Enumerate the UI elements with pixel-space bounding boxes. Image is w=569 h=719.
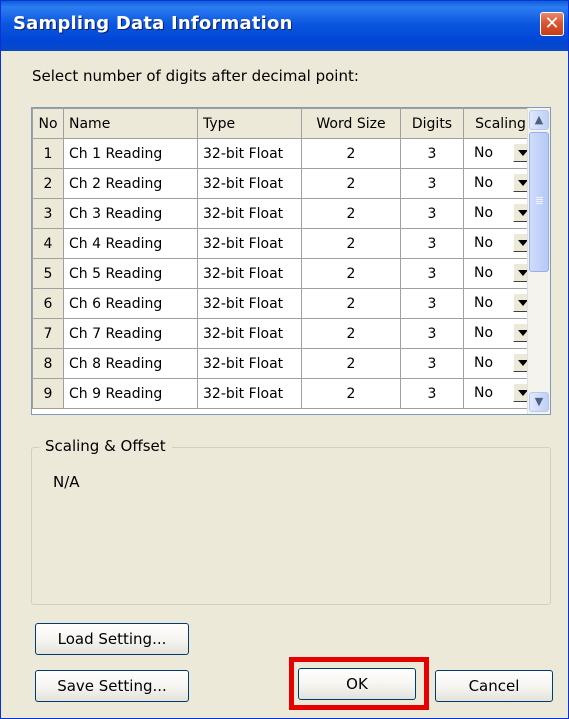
digits-cell[interactable]: 3 — [400, 228, 464, 259]
ok-highlight-box — [289, 657, 429, 710]
data-type-cell: 32-bit Float — [197, 198, 302, 229]
data-type-cell: 32-bit Float — [197, 228, 302, 259]
data-type-cell: 32-bit Float — [197, 168, 302, 199]
channel-name-cell[interactable]: Ch 7 Reading — [63, 318, 198, 349]
row-number: 1 — [32, 138, 64, 169]
chevron-down-icon: ▼ — [534, 395, 544, 408]
channel-name-cell[interactable]: Ch 1 Reading — [63, 138, 198, 169]
channel-name-cell[interactable]: Ch 4 Reading — [63, 228, 198, 259]
word-size-cell: 2 — [301, 348, 401, 379]
scaling-value: No — [474, 175, 494, 191]
scaling-value: No — [474, 385, 494, 401]
table-row[interactable]: 5 Ch 5 Reading 32-bit Float 2 3 No — [32, 258, 538, 289]
channel-name-cell[interactable]: Ch 3 Reading — [63, 198, 198, 229]
table-row[interactable]: 9 Ch 9 Reading 32-bit Float 2 3 No — [32, 378, 538, 409]
scaling-offset-title: Scaling & Offset — [39, 437, 172, 455]
row-number: 6 — [32, 288, 64, 319]
row-number: 5 — [32, 258, 64, 289]
scaling-value: No — [474, 355, 494, 371]
word-size-cell: 2 — [301, 198, 401, 229]
header-word-size: Word Size — [301, 108, 401, 139]
word-size-cell: 2 — [301, 318, 401, 349]
channel-name-cell[interactable]: Ch 2 Reading — [63, 168, 198, 199]
row-number: 9 — [32, 378, 64, 409]
channel-name-cell[interactable]: Ch 5 Reading — [63, 258, 198, 289]
scaling-value: No — [474, 265, 494, 281]
row-number: 3 — [32, 198, 64, 229]
digits-cell[interactable]: 3 — [400, 168, 464, 199]
load-setting-button[interactable]: Load Setting... — [35, 623, 189, 655]
row-number: 4 — [32, 228, 64, 259]
table-row[interactable]: 1 Ch 1 Reading 32-bit Float 2 3 No — [32, 138, 538, 169]
digits-cell[interactable]: 3 — [400, 318, 464, 349]
channel-name-cell[interactable]: Ch 9 Reading — [63, 378, 198, 409]
digits-cell[interactable]: 3 — [400, 348, 464, 379]
row-number: 2 — [32, 168, 64, 199]
digits-cell[interactable]: 3 — [400, 198, 464, 229]
scroll-thumb[interactable] — [529, 132, 549, 272]
data-type-cell: 32-bit Float — [197, 378, 302, 409]
row-number: 7 — [32, 318, 64, 349]
digits-cell[interactable]: 3 — [400, 378, 464, 409]
digits-cell[interactable]: 3 — [400, 288, 464, 319]
channel-name-cell[interactable]: Ch 8 Reading — [63, 348, 198, 379]
word-size-cell: 2 — [301, 378, 401, 409]
header-name: Name — [63, 108, 198, 139]
table-row[interactable]: 3 Ch 3 Reading 32-bit Float 2 3 No — [32, 198, 538, 229]
table-row[interactable]: 2 Ch 2 Reading 32-bit Float 2 3 No — [32, 168, 538, 199]
digits-cell[interactable]: 3 — [400, 138, 464, 169]
word-size-cell: 2 — [301, 258, 401, 289]
grip-icon — [536, 197, 543, 198]
dialog-window: Sampling Data Information ✕ Select numbe… — [0, 0, 569, 719]
scaling-value: No — [474, 295, 494, 311]
header-digits: Digits — [400, 108, 464, 139]
data-type-cell: 32-bit Float — [197, 348, 302, 379]
save-setting-button[interactable]: Save Setting... — [35, 670, 189, 702]
scaling-value: No — [474, 205, 494, 221]
scroll-up-button[interactable]: ▲ — [529, 110, 549, 130]
data-type-cell: 32-bit Float — [197, 258, 302, 289]
channel-name-cell[interactable]: Ch 6 Reading — [63, 288, 198, 319]
table-row[interactable]: 7 Ch 7 Reading 32-bit Float 2 3 No — [32, 318, 538, 349]
scaling-value: No — [474, 325, 494, 341]
data-type-cell: 32-bit Float — [197, 138, 302, 169]
scaling-value: No — [474, 235, 494, 251]
digits-prompt: Select number of digits after decimal po… — [32, 67, 359, 85]
word-size-cell: 2 — [301, 168, 401, 199]
channel-grid: No Name Type Word Size Digits Scaling 1C… — [31, 107, 551, 415]
title-bar[interactable]: Sampling Data Information ✕ — [1, 1, 568, 51]
data-type-cell: 32-bit Float — [197, 318, 302, 349]
scaling-offset-group — [31, 447, 551, 605]
cancel-button[interactable]: Cancel — [435, 670, 553, 702]
channel-table: No Name Type Word Size Digits Scaling 1C… — [32, 108, 538, 409]
data-type-cell: 32-bit Float — [197, 288, 302, 319]
table-row[interactable]: 8 Ch 8 Reading 32-bit Float 2 3 No — [32, 348, 538, 379]
table-row[interactable]: 4 Ch 4 Reading 32-bit Float 2 3 No — [32, 228, 538, 259]
header-type: Type — [197, 108, 302, 139]
digits-cell[interactable]: 3 — [400, 258, 464, 289]
scroll-down-button[interactable]: ▼ — [529, 392, 549, 412]
chevron-up-icon: ▲ — [534, 113, 544, 126]
header-no: No — [32, 108, 64, 139]
scaling-offset-value: N/A — [53, 473, 80, 491]
close-icon: ✕ — [544, 13, 560, 34]
close-button[interactable]: ✕ — [540, 12, 564, 36]
dialog-title: Sampling Data Information — [13, 13, 293, 34]
table-header-row: No Name Type Word Size Digits Scaling — [32, 108, 538, 139]
scaling-value: No — [474, 145, 494, 161]
row-number: 8 — [32, 348, 64, 379]
vertical-scrollbar[interactable]: ▲ ▼ — [527, 108, 550, 414]
table-row[interactable]: 6 Ch 6 Reading 32-bit Float 2 3 No — [32, 288, 538, 319]
word-size-cell: 2 — [301, 138, 401, 169]
word-size-cell: 2 — [301, 228, 401, 259]
word-size-cell: 2 — [301, 288, 401, 319]
